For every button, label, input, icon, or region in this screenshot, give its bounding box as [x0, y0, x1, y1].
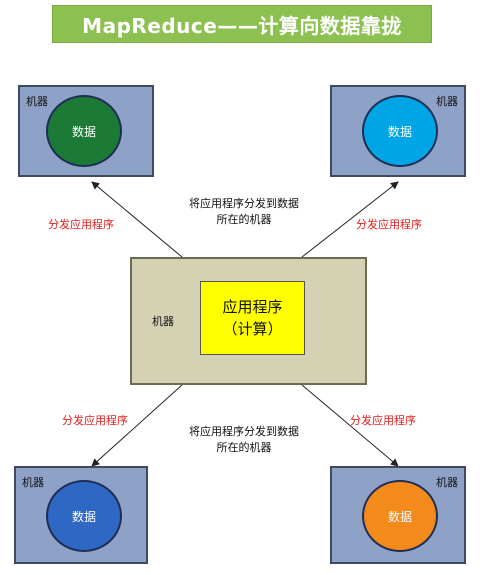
data-label: 数据 — [387, 124, 412, 139]
note-bottom-line2: 所在的机器 — [216, 441, 272, 454]
machine-bottom-left: 机器 数据 — [14, 466, 148, 564]
app-line-2: （计算） — [222, 320, 283, 338]
data-label: 数据 — [71, 509, 96, 524]
data-label: 数据 — [71, 124, 96, 139]
arrow-label-top-left: 分发应用程序 — [48, 218, 114, 231]
machine-label: 机器 — [26, 95, 48, 108]
note-bottom: 将应用程序分发到数据 所在的机器 — [176, 424, 312, 456]
arrow-label-top-right: 分发应用程序 — [356, 218, 422, 231]
center-machine-label: 机器 — [152, 315, 174, 328]
machine-label: 机器 — [436, 476, 458, 489]
data-circle-bottom-left: 数据 — [46, 480, 122, 552]
data-circle-bottom-right: 数据 — [362, 480, 438, 552]
app-line-1: 应用程序 — [222, 298, 283, 316]
machine-top-left: 机器 数据 — [18, 85, 154, 177]
machine-label: 机器 — [22, 476, 44, 489]
arrow-label-bottom-right: 分发应用程序 — [350, 414, 416, 427]
note-top-line1: 将应用程序分发到数据 — [189, 197, 299, 210]
note-top-line2: 所在的机器 — [216, 213, 272, 226]
data-circle-top-left: 数据 — [46, 95, 122, 167]
machine-label: 机器 — [436, 95, 458, 108]
machine-top-right: 机器 数据 — [330, 85, 466, 177]
arrow-label-bottom-left: 分发应用程序 — [62, 414, 128, 427]
machine-bottom-right: 机器 数据 — [330, 466, 466, 564]
note-bottom-line1: 将应用程序分发到数据 — [189, 425, 299, 438]
note-top: 将应用程序分发到数据 所在的机器 — [176, 196, 312, 228]
application-box: 应用程序 （计算） — [200, 281, 305, 355]
data-label: 数据 — [387, 509, 412, 524]
machine-center: 机器 应用程序 （计算） — [130, 257, 367, 385]
data-circle-top-right: 数据 — [362, 95, 438, 167]
